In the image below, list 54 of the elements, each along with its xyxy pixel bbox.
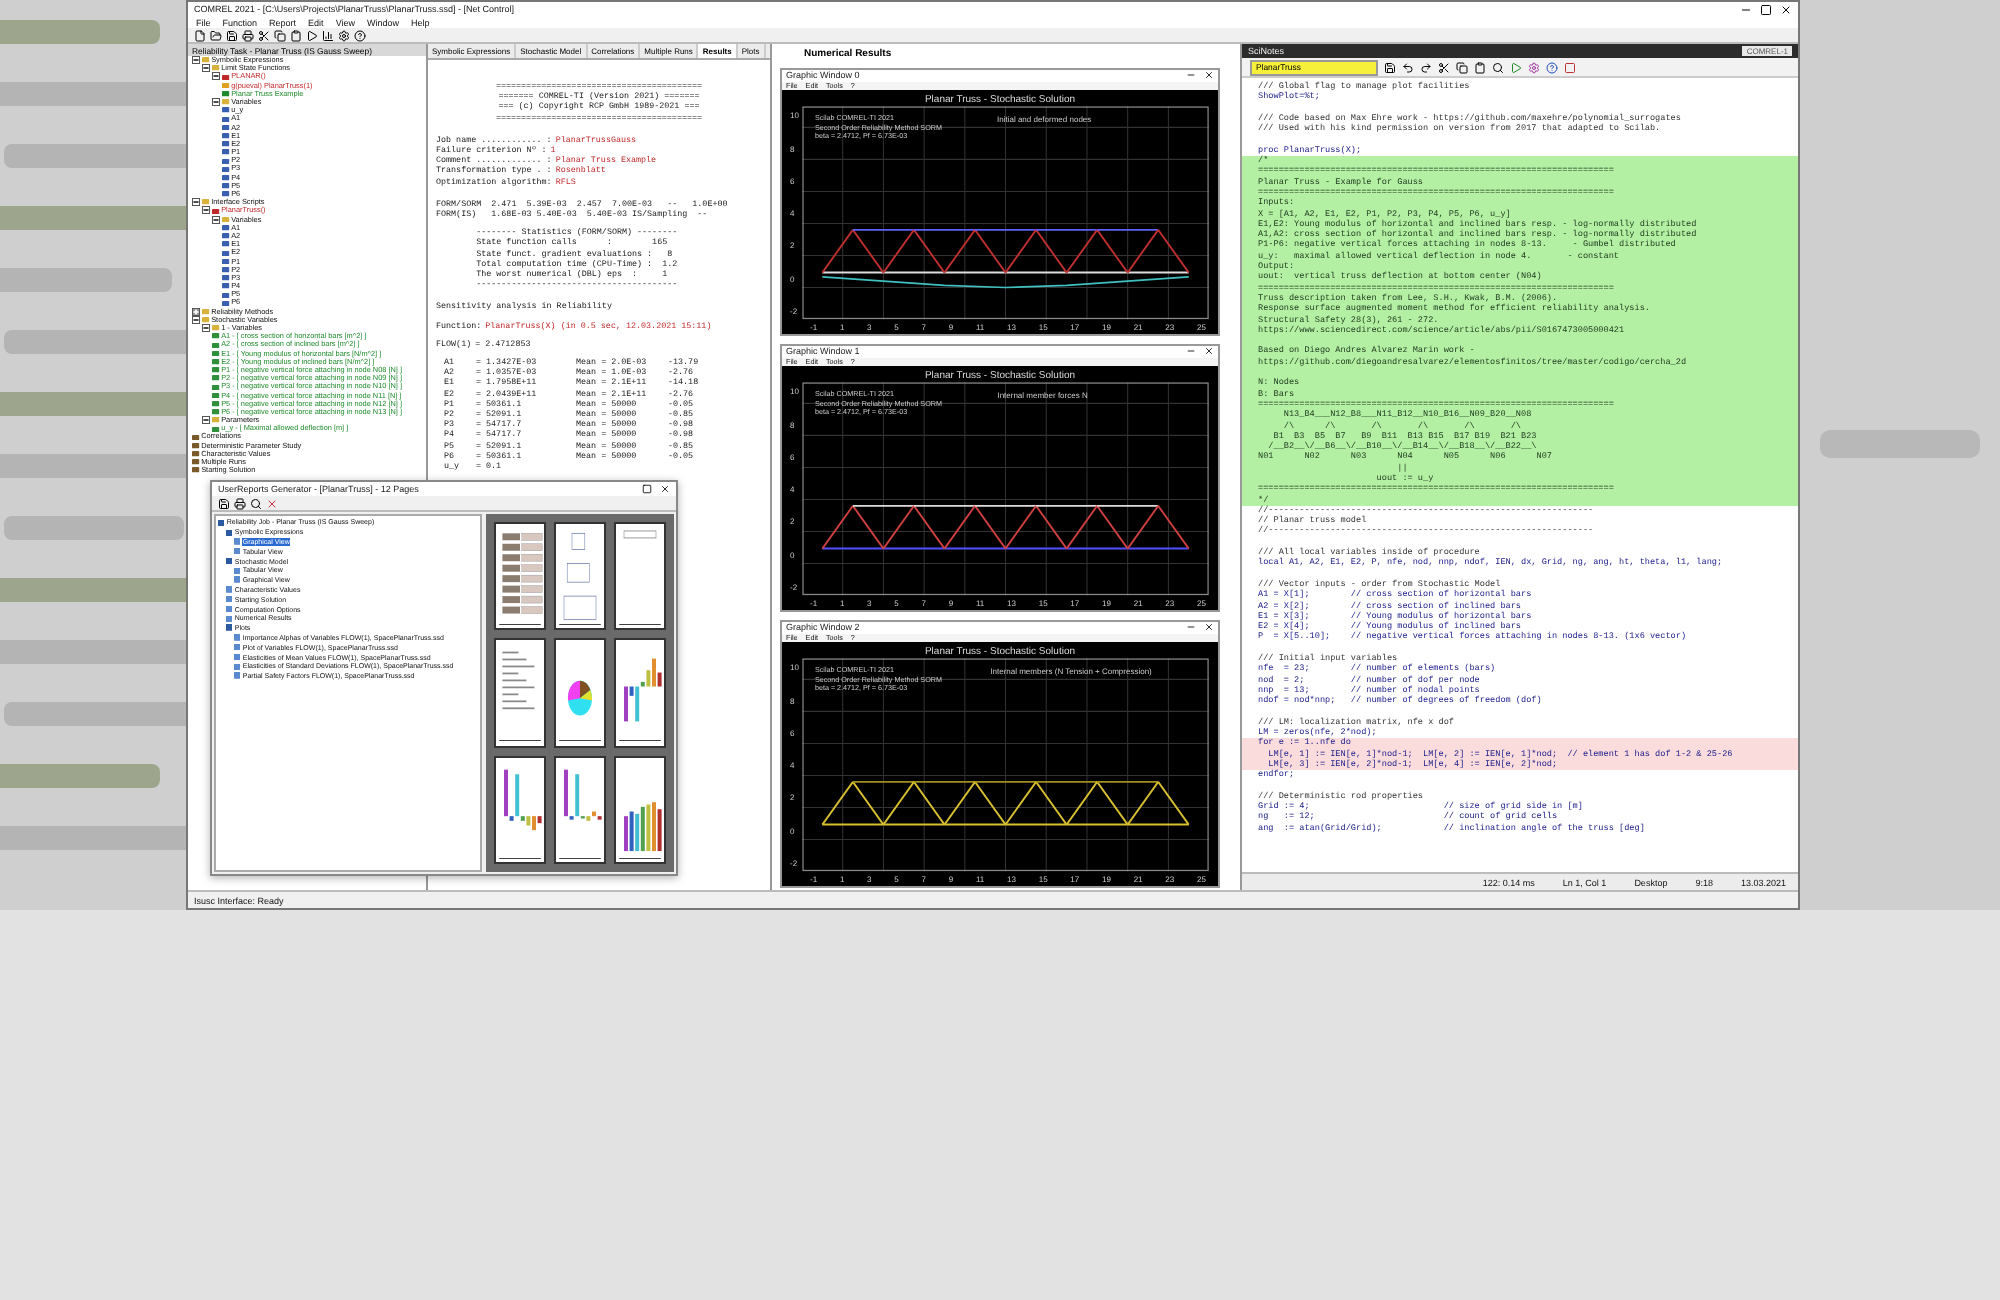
page-thumbnail[interactable]	[614, 755, 666, 864]
search-icon[interactable]	[1492, 61, 1504, 73]
collapse-icon[interactable]	[202, 64, 210, 73]
file-icon[interactable]	[194, 29, 206, 41]
collapse-icon[interactable]	[212, 98, 220, 107]
save-icon[interactable]	[218, 497, 230, 509]
page-thumbnail[interactable]	[554, 638, 606, 748]
printer-icon[interactable]	[234, 497, 246, 509]
page-thumbnail[interactable]	[494, 638, 546, 748]
minimize-icon[interactable]	[1186, 622, 1196, 633]
scissors-icon[interactable]	[1438, 61, 1450, 73]
folder-icon	[222, 98, 230, 106]
clipboard-icon[interactable]	[290, 29, 302, 41]
settings-icon[interactable]	[338, 29, 350, 41]
close-icon[interactable]	[1780, 3, 1792, 15]
clipboard-icon[interactable]	[1474, 61, 1486, 73]
page-thumbnail[interactable]	[614, 522, 666, 631]
page-thumbnail[interactable]	[554, 522, 606, 631]
folder-icon	[222, 215, 230, 223]
play-icon[interactable]	[306, 29, 318, 41]
minimize-icon[interactable]	[1186, 70, 1196, 81]
maximize-icon[interactable]	[1760, 3, 1772, 15]
page-thumbnail[interactable]	[494, 522, 546, 631]
minimize-icon[interactable]	[1186, 346, 1196, 357]
redo-icon[interactable]	[1420, 61, 1432, 73]
page-thumbnail[interactable]	[614, 638, 666, 748]
collapse-icon[interactable]	[202, 206, 210, 215]
collapse-icon[interactable]	[202, 324, 210, 333]
page-thumbnail[interactable]	[494, 755, 546, 864]
variable-icon	[212, 425, 220, 433]
collapse-icon[interactable]	[192, 198, 200, 207]
maximize-icon[interactable]	[642, 484, 652, 494]
save-icon[interactable]	[1384, 61, 1396, 73]
collapse-icon[interactable]	[192, 315, 200, 324]
folder-icon	[212, 416, 220, 424]
folder-icon[interactable]	[210, 29, 222, 41]
folder-icon	[202, 198, 210, 207]
help-icon[interactable]	[354, 29, 366, 41]
collapse-icon[interactable]	[202, 416, 210, 425]
printer-icon[interactable]	[242, 29, 254, 41]
minimize-icon[interactable]	[1740, 3, 1752, 15]
collapse-icon[interactable]	[192, 56, 200, 65]
collapse-icon[interactable]	[212, 72, 220, 81]
scissors-icon[interactable]	[258, 29, 270, 41]
undo-icon[interactable]	[1402, 61, 1414, 73]
search-icon[interactable]	[250, 497, 262, 509]
copy-icon[interactable]	[1456, 61, 1468, 73]
expand-icon[interactable]	[192, 307, 200, 316]
bar-chart-icon[interactable]	[322, 29, 334, 41]
save-icon[interactable]	[226, 29, 238, 41]
page-thumbnail[interactable]	[554, 755, 606, 864]
collapse-icon[interactable]	[212, 215, 220, 224]
stop-icon[interactable]	[1564, 61, 1576, 73]
copy-icon[interactable]	[274, 29, 286, 41]
